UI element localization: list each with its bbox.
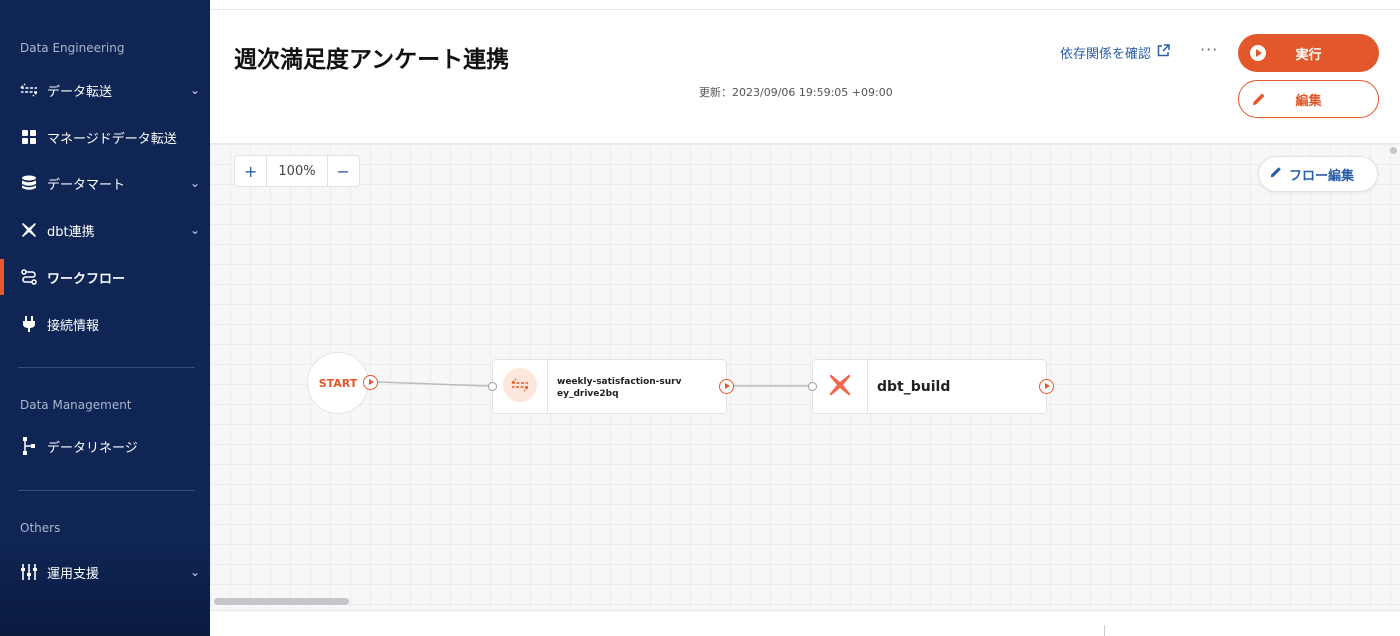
dbt-icon: [828, 373, 852, 401]
task-node-transfer[interactable]: weekly-satisfaction-survey_drive2bq: [492, 359, 727, 414]
transfer-icon: [502, 367, 538, 407]
node-label: weekly-satisfaction-survey_drive2bq: [557, 377, 682, 399]
flow-edges: [377, 381, 808, 387]
dbt-output-port[interactable]: [1039, 379, 1054, 394]
edge-start-to-transfer: [377, 381, 489, 387]
dbt-input-port[interactable]: [808, 382, 817, 391]
transfer-output-port[interactable]: [719, 379, 734, 394]
footer-bar: [210, 610, 1400, 636]
start-label: START: [318, 376, 358, 390]
transfer-input-port[interactable]: [488, 382, 497, 391]
node-icon-box: [493, 360, 548, 413]
node-label: dbt_build: [877, 379, 951, 395]
start-node[interactable]: START: [307, 352, 369, 414]
footer-divider: [1104, 625, 1105, 636]
node-icon-box: [813, 360, 868, 413]
vertical-scrollbar[interactable]: [1390, 147, 1397, 154]
horizontal-scrollbar[interactable]: [214, 598, 349, 605]
start-output-port[interactable]: [363, 375, 378, 390]
task-node-dbt[interactable]: dbt_build: [812, 359, 1047, 414]
